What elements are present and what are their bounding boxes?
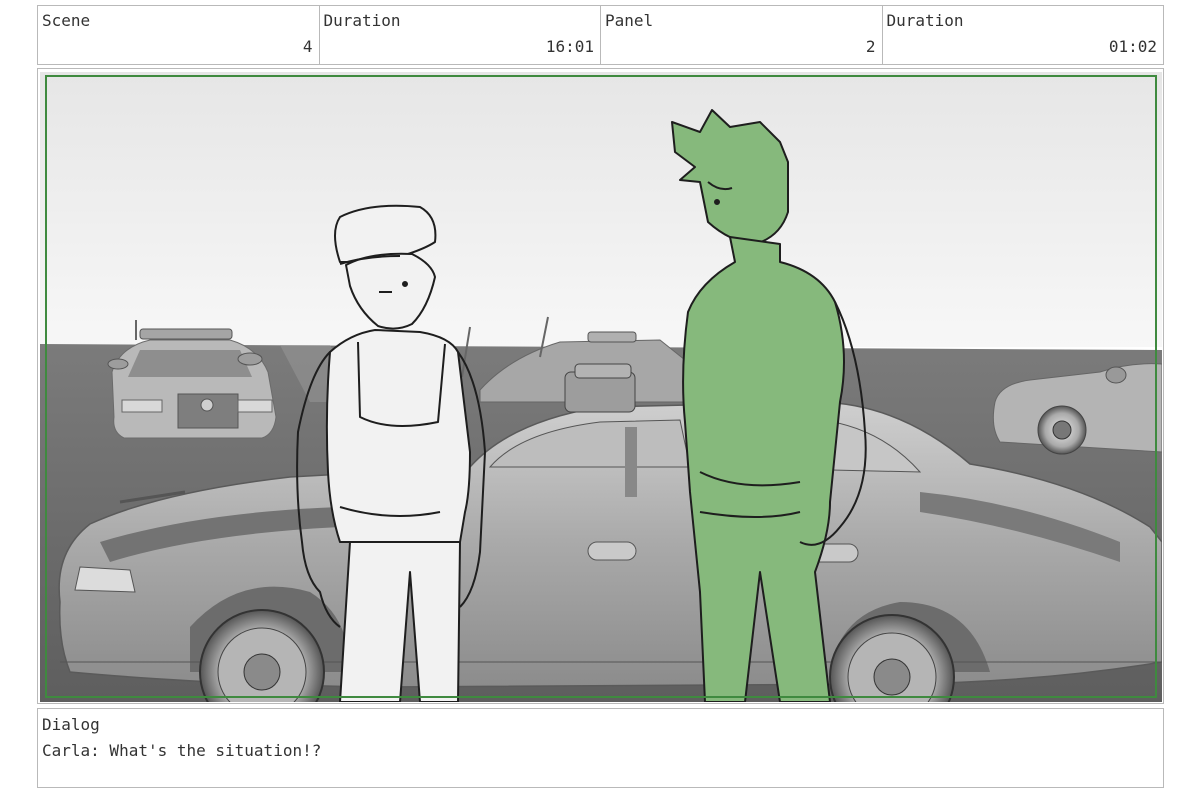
- scene-label: Scene: [42, 11, 91, 30]
- panel-value: 2: [865, 37, 876, 56]
- storyboard-panel-image[interactable]: [40, 72, 1162, 702]
- scene-duration-value: 16:01: [545, 37, 594, 56]
- dialog-title: Dialog: [42, 715, 100, 734]
- scene-cell[interactable]: Scene 4: [38, 6, 320, 64]
- panel-duration-value: 01:02: [1108, 37, 1157, 56]
- storyboard-header: Scene 4 Duration 16:01 Panel 2 Duration …: [37, 5, 1164, 65]
- scene-duration-cell[interactable]: Duration 16:01: [320, 6, 601, 64]
- panel-duration-cell[interactable]: Duration 01:02: [883, 6, 1164, 64]
- dialog-text[interactable]: Carla: What's the situation!?: [42, 741, 321, 760]
- panel-cell[interactable]: Panel 2: [601, 6, 883, 64]
- scene-value: 4: [302, 37, 313, 56]
- panel-duration-label: Duration: [886, 11, 964, 30]
- sky: [40, 72, 1162, 347]
- scene-duration-label: Duration: [323, 11, 401, 30]
- panel-label: Panel: [605, 11, 654, 30]
- dialog-box[interactable]: Dialog Carla: What's the situation!?: [37, 708, 1164, 788]
